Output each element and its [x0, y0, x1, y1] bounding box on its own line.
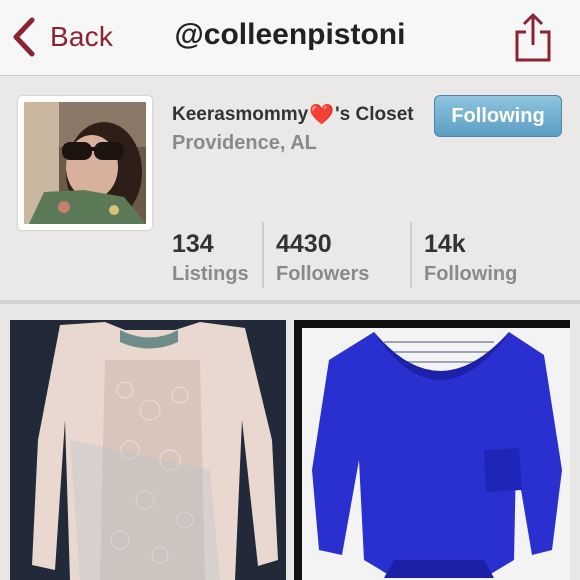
stat-value: 134	[172, 230, 214, 258]
closet-name-prefix: Keerasmommy	[172, 103, 309, 125]
listing-photo-blue-dolman-top[interactable]	[294, 320, 570, 580]
page-title: @colleenpistoni	[174, 18, 406, 51]
following-button[interactable]: Following	[434, 95, 562, 137]
listing-photo-white-lace-sweater[interactable]	[10, 320, 286, 580]
divider	[262, 222, 264, 288]
share-button[interactable]	[514, 10, 552, 64]
stat-following[interactable]: 14k Following	[424, 230, 517, 286]
closet-name-suffix: 's Closet	[335, 103, 414, 125]
stat-label: Listings	[172, 263, 249, 285]
listings-grid	[0, 304, 580, 580]
stat-followers[interactable]: 4430 Followers	[276, 230, 369, 286]
profile-header: Keerasmommy ❤️ 's Closet Providence, AL …	[0, 76, 580, 300]
avatar[interactable]	[18, 96, 152, 230]
stat-value: 4430	[276, 230, 332, 258]
stat-label: Followers	[276, 263, 370, 285]
stat-listings[interactable]: 134 Listings	[172, 230, 249, 286]
share-icon	[514, 13, 552, 68]
stat-value: 14k	[424, 230, 466, 258]
stat-label: Following	[424, 263, 518, 285]
divider	[410, 222, 412, 288]
closet-name: Keerasmommy ❤️ 's Closet	[172, 102, 414, 127]
navigation-bar: Back @colleenpistoni	[0, 0, 580, 76]
heart-icon: ❤️	[309, 104, 335, 126]
location: Providence, AL	[172, 132, 317, 154]
